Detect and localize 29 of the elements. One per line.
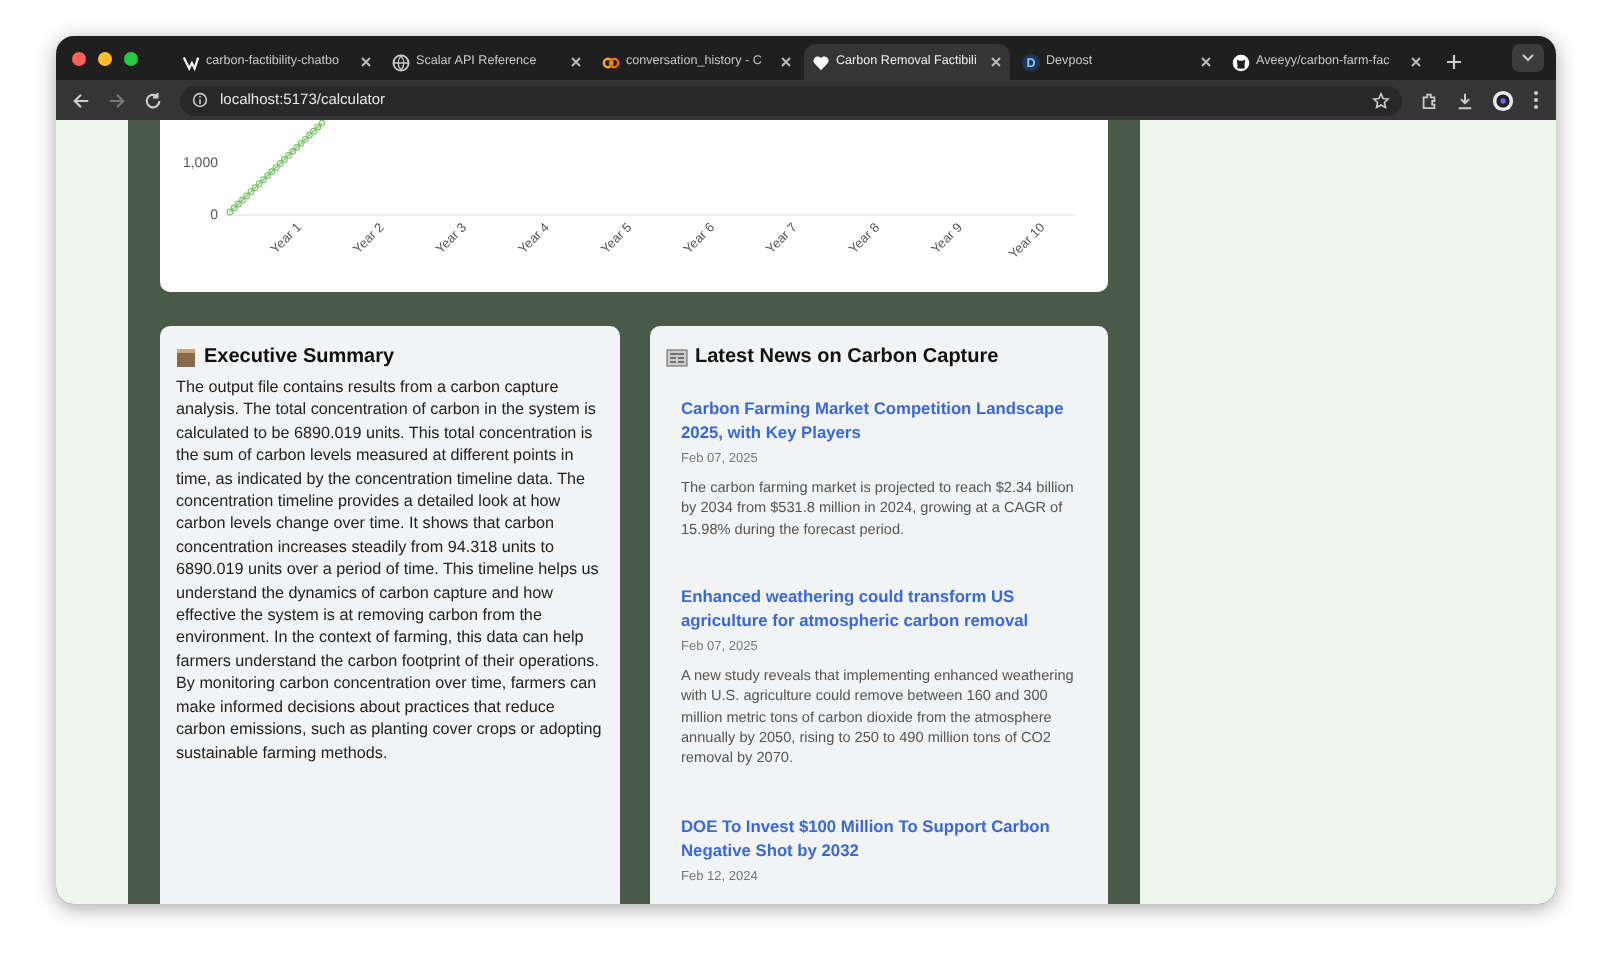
download-icon[interactable]	[1456, 91, 1474, 109]
data-line	[226, 120, 326, 216]
close-window-control[interactable]	[72, 51, 86, 65]
puzzle-icon[interactable]	[1420, 91, 1438, 109]
maximize-window-control[interactable]	[124, 51, 138, 65]
logo-icon	[182, 53, 200, 71]
reload-icon[interactable]	[144, 91, 162, 109]
chevron-down-icon[interactable]	[1522, 54, 1534, 62]
news-headline-link[interactable]: Enhanced weathering could transform US agriculture for atmospheric carbon removal	[681, 583, 1076, 632]
scroll-icon	[176, 347, 196, 367]
newspaper-icon	[665, 347, 687, 367]
forward-icon[interactable]	[108, 91, 126, 109]
news-headline-link[interactable]: DOE To Invest $100 Million To Support Carbon Negative Shot by 2032	[681, 813, 1076, 862]
new-tab-icon[interactable]	[1446, 54, 1462, 70]
news-headline-link[interactable]: Carbon Farming Market Competition Landscape 2025, with Key Players	[681, 396, 1076, 444]
section-title: Executive Summary	[204, 344, 395, 372]
profile-avatar-icon[interactable]	[1492, 89, 1514, 111]
section-title: Latest News on Carbon Capture	[695, 344, 999, 372]
star-icon[interactable]	[1372, 91, 1390, 109]
minimize-window-control[interactable]	[98, 51, 112, 65]
heart-icon	[812, 53, 830, 71]
infinity-icon	[602, 53, 620, 71]
cat-icon	[1232, 53, 1250, 71]
summary-paragraph: The output file contains results from a carbon capture analysis. The total concentration of carbon in the system is calculated to be 6890.019 units. This total concentration is the sum of carbon levels measured at different points in time, as indicated by the concentration timeline data. The concentration timeline provides a detailed look at how carbon levels change over time. It shows that carbon concentration increases steadily from 94.318 units to 6890.019 units over a period of time. This timeline helps us understand the dynamics of carbon capture and how effective the system is at removing carbon from the environment. In the context of farming, this data can help farmers understand the carbon footprint of their operations. By monitoring carbon concentration over time, farmers can make informed decisions about practices that reduce carbon emissions, such as planting cover crops or adopting sustainable farming methods.	[176, 376, 603, 764]
info-icon[interactable]	[192, 92, 208, 108]
globe-icon	[392, 53, 410, 71]
menu-icon[interactable]	[1532, 90, 1540, 110]
back-icon[interactable]	[72, 91, 90, 109]
tab-list-button[interactable]	[1512, 44, 1544, 72]
